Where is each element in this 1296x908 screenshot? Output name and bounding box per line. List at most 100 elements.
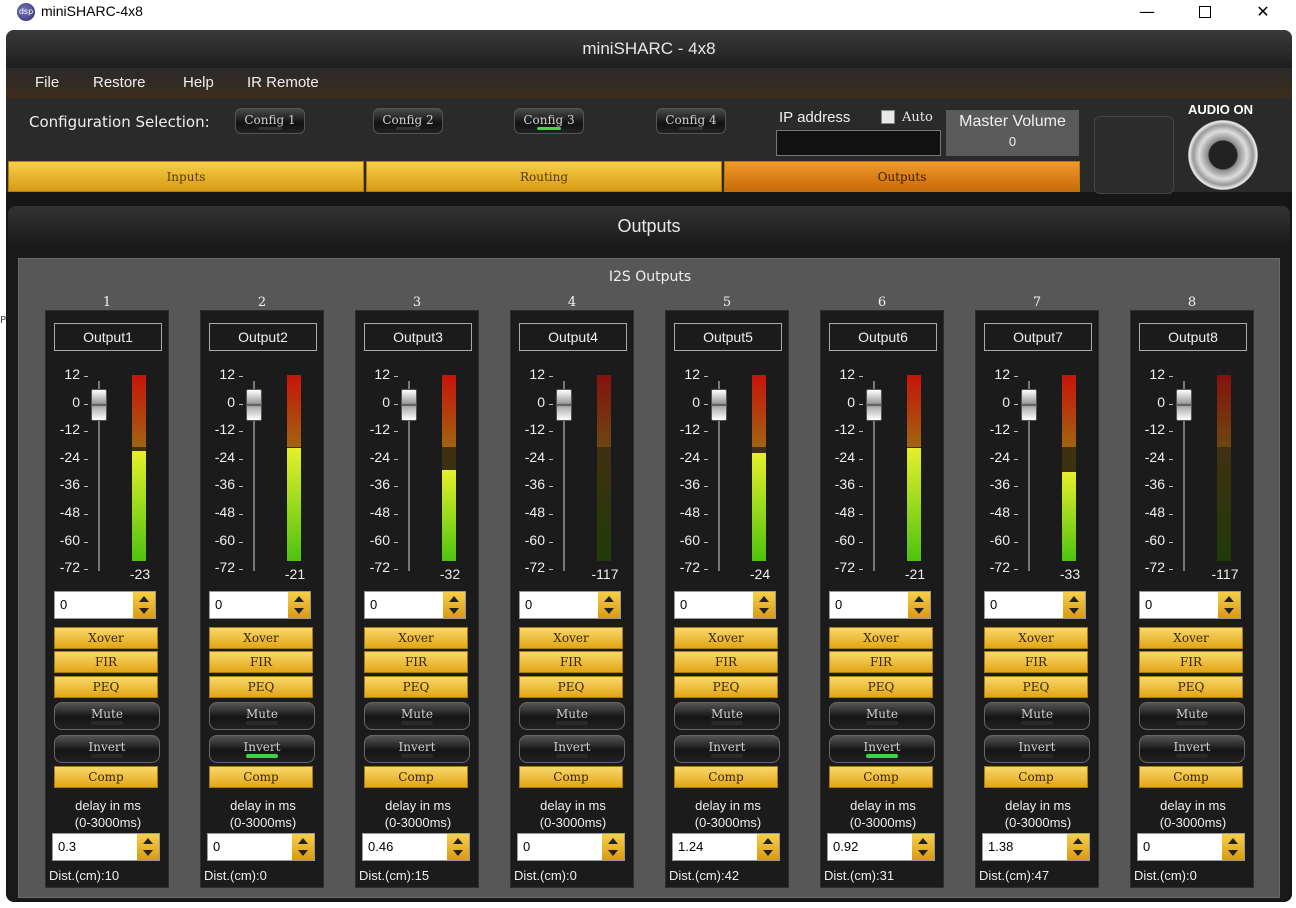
gain-spin-arrows[interactable]	[598, 592, 620, 618]
peq-button[interactable]: PEQ	[209, 676, 313, 698]
delay-spin-arrows[interactable]	[912, 834, 934, 860]
gain-spinbox[interactable]: 0	[674, 591, 776, 619]
mute-button[interactable]: Mute	[364, 702, 470, 730]
gain-fader-knob[interactable]	[401, 389, 417, 421]
comp-button[interactable]: Comp	[829, 766, 933, 788]
delay-spinbox[interactable]: 0.3	[52, 833, 160, 861]
fir-button[interactable]: FIR	[519, 651, 623, 673]
gain-fader-knob[interactable]	[711, 389, 727, 421]
delay-spin-arrows[interactable]	[292, 834, 314, 860]
delay-spin-arrows[interactable]	[1222, 834, 1244, 860]
gain-spin-arrows[interactable]	[1063, 592, 1085, 618]
mute-button[interactable]: Mute	[829, 702, 935, 730]
gain-fader-knob[interactable]	[246, 389, 262, 421]
output-name-field[interactable]: Output5	[674, 323, 782, 351]
gain-fader-knob[interactable]	[556, 389, 572, 421]
gain-spin-arrows[interactable]	[908, 592, 930, 618]
invert-button[interactable]: Invert	[829, 735, 935, 763]
ip-address-input[interactable]	[776, 130, 941, 156]
output-name-field[interactable]: Output7	[984, 323, 1092, 351]
comp-button[interactable]: Comp	[54, 766, 158, 788]
delay-spin-arrows[interactable]	[447, 834, 469, 860]
auto-checkbox[interactable]	[881, 110, 895, 124]
gain-fader-knob[interactable]	[1176, 389, 1192, 421]
tab-inputs[interactable]: Inputs	[8, 161, 364, 192]
delay-spin-arrows[interactable]	[757, 834, 779, 860]
gain-spin-arrows[interactable]	[443, 592, 465, 618]
gain-spinbox[interactable]: 0	[519, 591, 621, 619]
mute-button[interactable]: Mute	[519, 702, 625, 730]
delay-spinbox[interactable]: 0.46	[362, 833, 470, 861]
invert-button[interactable]: Invert	[984, 735, 1090, 763]
config-3-button[interactable]: Config 3	[514, 108, 584, 134]
fir-button[interactable]: FIR	[54, 651, 158, 673]
xover-button[interactable]: Xover	[209, 627, 313, 649]
fir-button[interactable]: FIR	[209, 651, 313, 673]
gain-spinbox[interactable]: 0	[1139, 591, 1241, 619]
fir-button[interactable]: FIR	[364, 651, 468, 673]
invert-button[interactable]: Invert	[209, 735, 315, 763]
delay-spinbox[interactable]: 1.24	[672, 833, 780, 861]
gain-spinbox[interactable]: 0	[829, 591, 931, 619]
fir-button[interactable]: FIR	[829, 651, 933, 673]
peq-button[interactable]: PEQ	[1139, 676, 1243, 698]
tab-outputs[interactable]: Outputs	[724, 161, 1080, 192]
peq-button[interactable]: PEQ	[54, 676, 158, 698]
menu-restore[interactable]: Restore	[93, 74, 146, 91]
gain-fader-knob[interactable]	[866, 389, 882, 421]
gain-spin-arrows[interactable]	[133, 592, 155, 618]
delay-spin-arrows[interactable]	[1067, 834, 1089, 860]
config-2-button[interactable]: Config 2	[373, 108, 443, 134]
fir-button[interactable]: FIR	[1139, 651, 1243, 673]
gain-spinbox[interactable]: 0	[984, 591, 1086, 619]
menu-ir-remote[interactable]: IR Remote	[247, 74, 319, 91]
peq-button[interactable]: PEQ	[519, 676, 623, 698]
invert-button[interactable]: Invert	[519, 735, 625, 763]
gain-spinbox[interactable]: 0	[209, 591, 311, 619]
tab-routing[interactable]: Routing	[366, 161, 722, 192]
delay-spinbox[interactable]: 0	[1137, 833, 1245, 861]
gain-fader-knob[interactable]	[1021, 389, 1037, 421]
delay-spinbox[interactable]: 0	[517, 833, 625, 861]
config-4-button[interactable]: Config 4	[656, 108, 726, 134]
delay-spinbox[interactable]: 0.92	[827, 833, 935, 861]
output-name-field[interactable]: Output4	[519, 323, 627, 351]
gain-spin-arrows[interactable]	[753, 592, 775, 618]
invert-button[interactable]: Invert	[364, 735, 470, 763]
menu-help[interactable]: Help	[183, 74, 214, 91]
xover-button[interactable]: Xover	[519, 627, 623, 649]
xover-button[interactable]: Xover	[984, 627, 1088, 649]
comp-button[interactable]: Comp	[209, 766, 313, 788]
peq-button[interactable]: PEQ	[364, 676, 468, 698]
gain-spinbox[interactable]: 0	[54, 591, 156, 619]
delay-spinbox[interactable]: 0	[207, 833, 315, 861]
output-name-field[interactable]: Output3	[364, 323, 472, 351]
mute-button[interactable]: Mute	[674, 702, 780, 730]
config-1-button[interactable]: Config 1	[235, 108, 305, 134]
gain-spin-arrows[interactable]	[1218, 592, 1240, 618]
fir-button[interactable]: FIR	[674, 651, 778, 673]
mute-button[interactable]: Mute	[209, 702, 315, 730]
comp-button[interactable]: Comp	[1139, 766, 1243, 788]
xover-button[interactable]: Xover	[829, 627, 933, 649]
mute-button[interactable]: Mute	[984, 702, 1090, 730]
comp-button[interactable]: Comp	[984, 766, 1088, 788]
comp-button[interactable]: Comp	[674, 766, 778, 788]
xover-button[interactable]: Xover	[54, 627, 158, 649]
gain-spinbox[interactable]: 0	[364, 591, 466, 619]
comp-button[interactable]: Comp	[519, 766, 623, 788]
output-name-field[interactable]: Output1	[54, 323, 162, 351]
comp-button[interactable]: Comp	[364, 766, 468, 788]
gain-fader-knob[interactable]	[91, 389, 107, 421]
xover-button[interactable]: Xover	[364, 627, 468, 649]
output-name-field[interactable]: Output8	[1139, 323, 1247, 351]
peq-button[interactable]: PEQ	[984, 676, 1088, 698]
output-name-field[interactable]: Output2	[209, 323, 317, 351]
fir-button[interactable]: FIR	[984, 651, 1088, 673]
gain-spin-arrows[interactable]	[288, 592, 310, 618]
peq-button[interactable]: PEQ	[674, 676, 778, 698]
delay-spin-arrows[interactable]	[602, 834, 624, 860]
delay-spin-arrows[interactable]	[137, 834, 159, 860]
close-button[interactable]: ✕	[1234, 0, 1292, 26]
minimize-button[interactable]: —	[1118, 0, 1176, 26]
